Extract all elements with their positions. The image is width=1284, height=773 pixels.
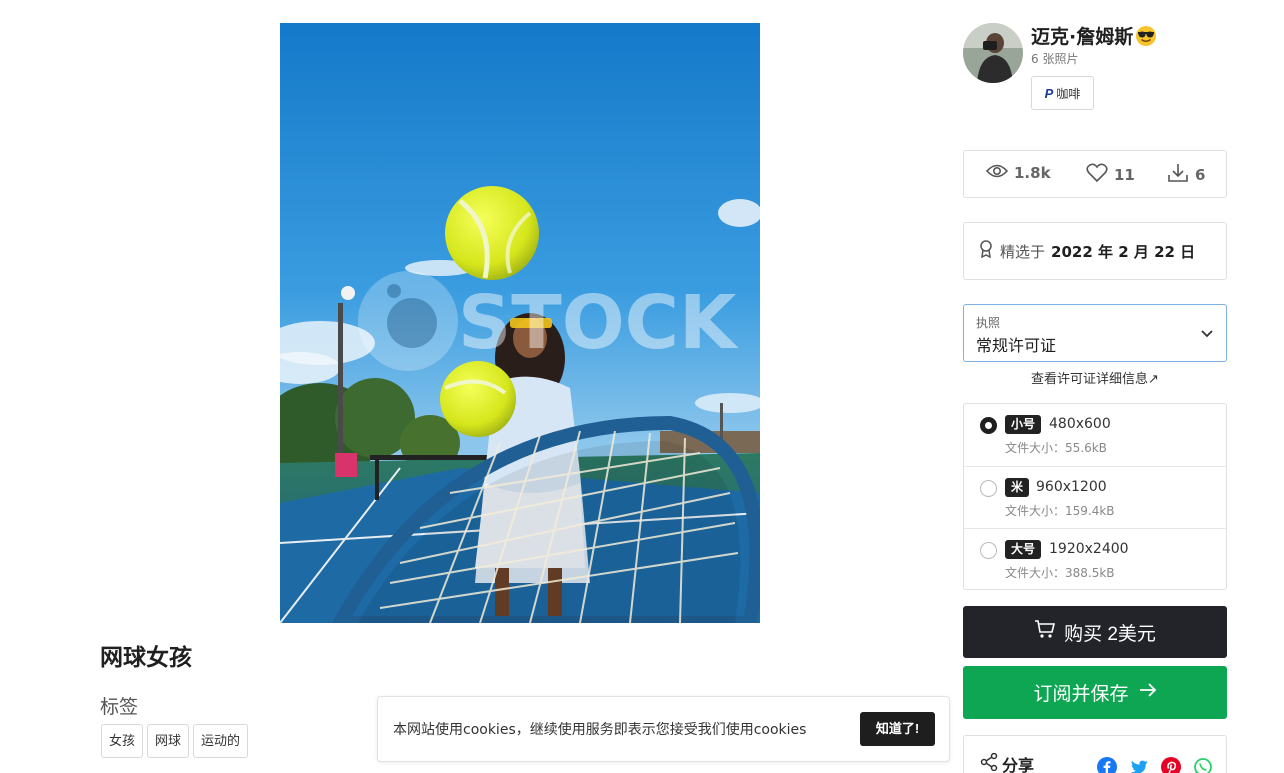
cart-icon <box>1034 619 1056 645</box>
twitter-icon[interactable] <box>1129 757 1149 773</box>
buy-button[interactable]: 购买 2美元 <box>963 606 1227 658</box>
size-option-medium[interactable]: 米 960x1200 文件大小：159.4kB <box>964 466 1226 528</box>
avatar[interactable] <box>963 23 1023 83</box>
subscribe-label: 订阅并保存 <box>1033 684 1129 705</box>
author-name-text: 迈克·詹姆斯 <box>1031 26 1134 48</box>
pinterest-icon[interactable] <box>1161 757 1181 773</box>
heart-icon <box>1086 163 1108 187</box>
size-dimensions: 960x1200 <box>1036 479 1107 495</box>
size-file-size: 文件大小：159.4kB <box>1005 504 1115 518</box>
size-file-size: 文件大小：388.5kB <box>1005 566 1115 580</box>
author-photo-count: 6 张照片 <box>1031 52 1079 66</box>
whatsapp-icon[interactable] <box>1193 757 1213 773</box>
author-name[interactable]: 迈克·詹姆斯 <box>1031 22 1157 49</box>
views-stat: 1.8k <box>985 163 1051 183</box>
coffee-button[interactable]: P 咖啡 <box>1031 76 1094 110</box>
subscribe-button[interactable]: 订阅并保存 <box>963 666 1227 719</box>
tags-heading: 标签 <box>100 696 139 718</box>
likes-stat[interactable]: 11 <box>1086 163 1135 187</box>
license-label: 执照 <box>976 316 1001 330</box>
chevron-down-icon <box>1200 325 1214 344</box>
stats-box: 1.8k 11 6 <box>963 150 1227 198</box>
size-radio[interactable] <box>980 480 997 497</box>
award-icon <box>978 240 994 262</box>
tag-item[interactable]: 网球 <box>147 724 190 758</box>
tennis-photo-image: STOCK <box>280 23 760 623</box>
coffee-label: 咖啡 <box>1056 86 1081 101</box>
likes-count: 11 <box>1114 166 1135 184</box>
featured-prefix: 精选于 <box>1000 242 1046 261</box>
share-icons <box>1097 757 1213 773</box>
share-heading: 分享 <box>980 752 1034 773</box>
views-count: 1.8k <box>1014 164 1051 182</box>
cookie-accept-button[interactable]: 知道了! <box>860 712 935 746</box>
size-dimensions: 480x600 <box>1049 416 1111 432</box>
share-box: 分享 <box>963 735 1227 773</box>
size-file-size: 文件大小：55.6kB <box>1005 441 1107 455</box>
size-badge: 小号 <box>1005 415 1042 434</box>
tag-list: 女孩 网球 运动的 <box>101 724 249 758</box>
size-dimensions: 1920x2400 <box>1049 541 1129 557</box>
watermark-text: STOCK <box>458 280 739 366</box>
size-radio[interactable] <box>980 542 997 559</box>
downloads-stat: 6 <box>1167 163 1205 187</box>
download-icon <box>1167 163 1189 187</box>
eye-icon <box>985 163 1009 183</box>
downloads-count: 6 <box>1195 166 1206 184</box>
sunglasses-face-icon <box>1135 25 1157 47</box>
license-details-link[interactable]: 查看许可证详细信息↗ <box>963 368 1227 387</box>
buy-label: 购买 2美元 <box>1064 623 1156 645</box>
size-option-small[interactable]: 小号 480x600 文件大小：55.6kB <box>964 404 1226 466</box>
license-value: 常规许可证 <box>976 336 1057 355</box>
size-badge: 大号 <box>1005 540 1042 559</box>
featured-date: 2022 年 2 月 22 日 <box>1051 242 1196 261</box>
paypal-icon: P <box>1044 85 1054 101</box>
size-badge: 米 <box>1005 478 1030 497</box>
arrow-right-icon <box>1139 682 1157 704</box>
size-options: 小号 480x600 文件大小：55.6kB 米 960x1200 文件大小：1… <box>963 403 1227 590</box>
cookie-text: 本网站使用cookies，继续使用服务即表示您接受我们使用cookies <box>393 722 807 738</box>
featured-box: 精选于 2022 年 2 月 22 日 <box>963 222 1227 280</box>
facebook-icon[interactable] <box>1097 757 1117 773</box>
tag-item[interactable]: 女孩 <box>101 724 144 758</box>
share-icon <box>980 752 998 773</box>
share-label: 分享 <box>1002 756 1035 773</box>
size-option-large[interactable]: 大号 1920x2400 文件大小：388.5kB <box>964 528 1226 590</box>
size-radio[interactable] <box>980 417 997 434</box>
page-title: 网球女孩 <box>100 645 192 671</box>
cookie-banner: 本网站使用cookies，继续使用服务即表示您接受我们使用cookies 知道了… <box>377 696 950 762</box>
tag-item[interactable]: 运动的 <box>193 724 249 758</box>
license-select[interactable]: 执照 常规许可证 <box>963 304 1227 362</box>
main-photo[interactable]: STOCK <box>280 23 760 623</box>
